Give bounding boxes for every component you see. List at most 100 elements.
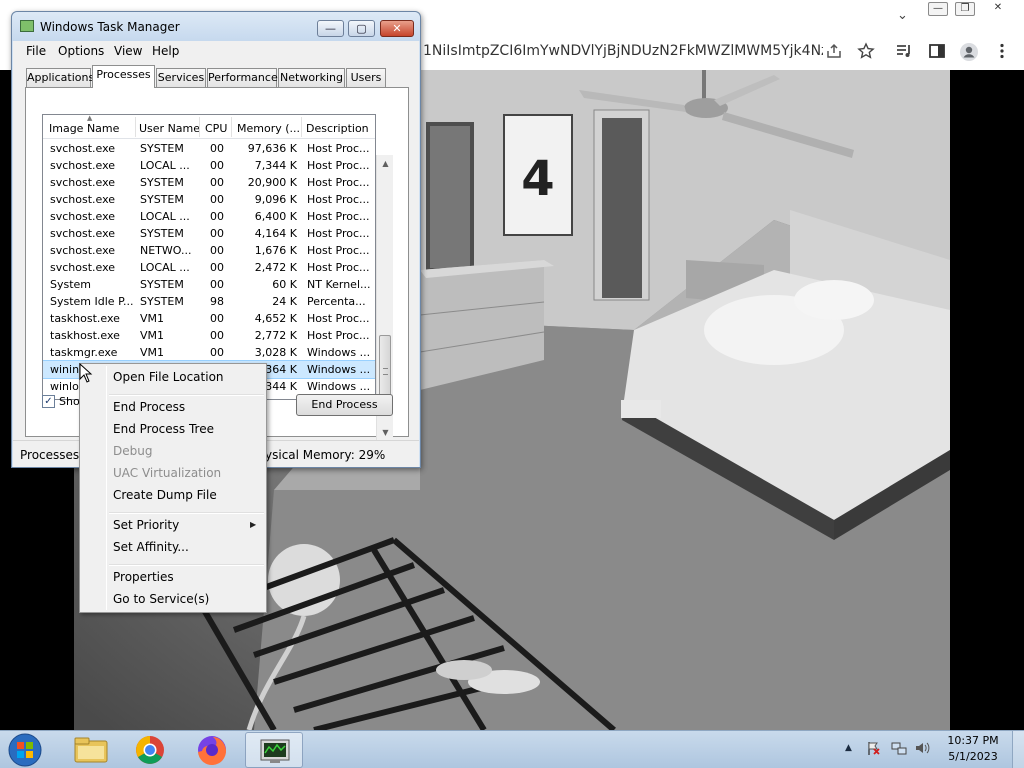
tab-processes[interactable]: Processes bbox=[92, 65, 155, 88]
process-description: Windows ... bbox=[307, 346, 371, 359]
process-cpu: 00 bbox=[210, 329, 224, 342]
table-row[interactable]: svchost.exe SYSTEM 00 97,636 K Host Proc... bbox=[43, 140, 375, 157]
table-row[interactable]: svchost.exe LOCAL ... 00 6,400 K Host Proc..… bbox=[43, 208, 375, 225]
column-image-name[interactable]: Image Name bbox=[49, 122, 119, 135]
clock-date[interactable]: 5/1/2023 bbox=[940, 750, 1006, 763]
tab-performance[interactable]: Performance bbox=[207, 68, 278, 87]
process-memory: 60 K bbox=[272, 278, 297, 291]
process-description: Host Proc... bbox=[307, 193, 370, 206]
tab-search-chevron-icon[interactable]: ⌄ bbox=[897, 8, 908, 23]
table-row[interactable]: taskmgr.exe VM1 00 3,028 K Windows ... bbox=[43, 344, 375, 361]
process-cpu: 00 bbox=[210, 193, 224, 206]
tab-networking[interactable]: Networking bbox=[278, 68, 345, 87]
table-row[interactable]: svchost.exe LOCAL ... 00 2,472 K Host Proc..… bbox=[43, 259, 375, 276]
minimize-button[interactable]: — bbox=[317, 20, 344, 37]
process-memory: 7,344 K bbox=[254, 159, 297, 172]
menu-create-dump-file[interactable]: Create Dump File bbox=[113, 488, 217, 502]
process-description: Host Proc... bbox=[307, 210, 370, 223]
browser-close-button[interactable]: ✕ bbox=[988, 2, 1008, 16]
tab-services[interactable]: Services bbox=[156, 68, 206, 87]
close-button[interactable]: ✕ bbox=[380, 20, 414, 37]
table-row[interactable]: svchost.exe LOCAL ... 00 7,344 K Host Proc..… bbox=[43, 157, 375, 174]
process-image-name: taskhost.exe bbox=[50, 329, 120, 342]
table-row[interactable]: taskhost.exe VM1 00 4,652 K Host Proc... bbox=[43, 310, 375, 327]
taskbar-chrome[interactable] bbox=[121, 732, 179, 768]
task-manager-icon bbox=[260, 739, 290, 763]
table-row[interactable]: taskhost.exe VM1 00 2,772 K Host Proc... bbox=[43, 327, 375, 344]
menu-file[interactable]: File bbox=[26, 44, 46, 58]
tab-users[interactable]: Users bbox=[346, 68, 386, 87]
taskbar-firefox[interactable] bbox=[183, 732, 241, 768]
table-row[interactable]: System Idle P... SYSTEM 98 24 K Percenta... bbox=[43, 293, 375, 310]
process-user-name: VM1 bbox=[140, 346, 165, 359]
menu-open-file-location[interactable]: Open File Location bbox=[113, 370, 224, 384]
sort-ascending-icon: ▲ bbox=[87, 114, 93, 122]
tab-applications[interactable]: Applications bbox=[26, 68, 94, 87]
scroll-up-arrow-icon[interactable]: ▲ bbox=[377, 155, 394, 172]
scroll-down-arrow-icon[interactable]: ▼ bbox=[377, 424, 394, 441]
address-bar-text[interactable]: 1NiIsImtpZCI6ImYwNDVlYjBjNDUzN2FkMWZlMWM… bbox=[423, 43, 823, 59]
share-icon[interactable] bbox=[824, 42, 844, 62]
browser-minimize-button[interactable]: — bbox=[928, 2, 948, 16]
show-hidden-icons-arrow-icon[interactable]: ▲ bbox=[845, 743, 852, 753]
table-row[interactable]: svchost.exe NETWO... 00 1,676 K Host Proc... bbox=[43, 242, 375, 259]
table-row[interactable]: svchost.exe SYSTEM 00 9,096 K Host Proc... bbox=[43, 191, 375, 208]
task-manager-titlebar[interactable]: Windows Task Manager — ▢ ✕ bbox=[12, 12, 420, 41]
column-description[interactable]: Description bbox=[306, 122, 369, 135]
taskbar-explorer[interactable] bbox=[62, 732, 120, 768]
column-user-name[interactable]: User Name bbox=[139, 122, 200, 135]
table-row[interactable]: System SYSTEM 00 60 K NT Kernel... bbox=[43, 276, 375, 293]
side-panel-icon[interactable] bbox=[927, 42, 947, 62]
process-description: Host Proc... bbox=[307, 312, 370, 325]
process-user-name: LOCAL ... bbox=[140, 159, 190, 172]
menu-set-affinity[interactable]: Set Affinity... bbox=[113, 540, 189, 554]
profile-avatar-icon[interactable] bbox=[959, 42, 979, 62]
bookmark-star-icon[interactable] bbox=[856, 42, 876, 62]
column-cpu[interactable]: CPU bbox=[205, 122, 227, 135]
show-desktop-button[interactable] bbox=[1012, 731, 1024, 768]
taskbar-task-manager[interactable] bbox=[245, 732, 303, 768]
task-manager-app-icon bbox=[20, 20, 34, 32]
menu-end-process[interactable]: End Process bbox=[113, 400, 185, 414]
end-process-button[interactable]: End Process bbox=[296, 394, 393, 416]
column-memory[interactable]: Memory (... bbox=[237, 122, 300, 135]
process-image-name: svchost.exe bbox=[50, 159, 116, 172]
process-user-name: LOCAL ... bbox=[140, 210, 190, 223]
process-memory: 9,096 K bbox=[254, 193, 297, 206]
process-cpu: 98 bbox=[210, 295, 224, 308]
clock-time[interactable]: 10:37 PM bbox=[940, 734, 1006, 747]
process-image-name: taskmgr.exe bbox=[50, 346, 118, 359]
network-icon[interactable] bbox=[891, 740, 907, 756]
menu-go-to-services[interactable]: Go to Service(s) bbox=[113, 592, 209, 606]
process-description: Percenta... bbox=[307, 295, 366, 308]
process-image-name: svchost.exe bbox=[50, 244, 116, 257]
browser-menu-kebab-icon[interactable] bbox=[992, 42, 1012, 62]
poster-number: 4 bbox=[521, 151, 554, 207]
process-image-name: taskhost.exe bbox=[50, 312, 120, 325]
process-cpu: 00 bbox=[210, 312, 224, 325]
video-letterbox-right bbox=[950, 70, 1024, 730]
process-image-name: System bbox=[50, 278, 92, 291]
menu-options[interactable]: Options bbox=[58, 44, 104, 58]
menu-view[interactable]: View bbox=[114, 44, 142, 58]
menu-properties[interactable]: Properties bbox=[113, 570, 174, 584]
browser-restore-button[interactable]: ❐ bbox=[955, 2, 975, 16]
checkbox-check-icon[interactable]: ✓ bbox=[42, 395, 55, 408]
menu-end-process-tree[interactable]: End Process Tree bbox=[113, 422, 214, 436]
table-row[interactable]: svchost.exe SYSTEM 00 20,900 K Host Proc... bbox=[43, 174, 375, 191]
menu-separator bbox=[109, 512, 264, 514]
chrome-icon bbox=[136, 736, 164, 764]
process-list[interactable]: Image Name ▲ User Name CPU Memory (... D… bbox=[42, 114, 376, 400]
menu-set-priority[interactable]: Set Priority bbox=[113, 518, 179, 532]
windows-orb-icon bbox=[8, 733, 42, 767]
process-rows: svchost.exe SYSTEM 00 97,636 K Host Proc... s… bbox=[43, 140, 375, 395]
menu-help[interactable]: Help bbox=[152, 44, 179, 58]
volume-speaker-icon[interactable] bbox=[914, 740, 930, 756]
media-queue-icon[interactable] bbox=[894, 42, 914, 62]
maximize-button[interactable]: ▢ bbox=[348, 20, 375, 37]
menu-separator bbox=[109, 394, 264, 396]
process-cpu: 00 bbox=[210, 278, 224, 291]
start-button[interactable] bbox=[6, 732, 44, 768]
action-center-flag-icon[interactable] bbox=[865, 740, 881, 756]
table-row[interactable]: svchost.exe SYSTEM 00 4,164 K Host Proc... bbox=[43, 225, 375, 242]
